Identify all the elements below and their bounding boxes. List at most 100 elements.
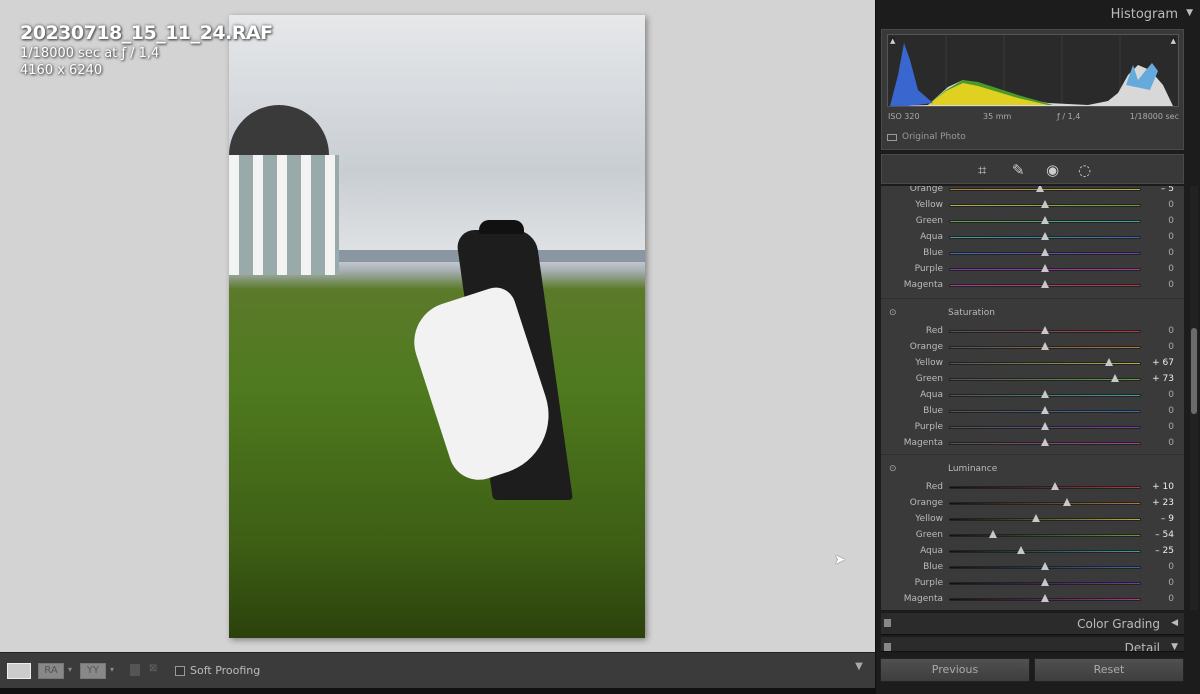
hue-value[interactable]: 0 xyxy=(1168,232,1174,242)
soft-proofing-checkbox[interactable] xyxy=(175,666,185,676)
hue-slider-thumb[interactable] xyxy=(1041,280,1049,288)
compare-view-button[interactable]: RA xyxy=(38,663,64,679)
histogram-graph xyxy=(888,35,1173,106)
focal-length: 35 mm xyxy=(983,112,1012,121)
reset-button[interactable]: Reset xyxy=(1034,658,1184,682)
hue-value[interactable]: 0 xyxy=(1168,280,1174,290)
histogram-title[interactable]: Histogram xyxy=(1111,7,1178,22)
saturation-slider-thumb[interactable] xyxy=(1111,374,1120,382)
luminance-value[interactable]: + 23 xyxy=(1152,498,1174,508)
collapse-triangle-icon[interactable]: ▼ xyxy=(1186,8,1193,18)
hue-value[interactable]: 0 xyxy=(1168,216,1174,226)
detail-header[interactable]: Detail ▼ xyxy=(881,637,1184,652)
hue-slider-track[interactable] xyxy=(949,188,1141,191)
saturation-slider-thumb[interactable] xyxy=(1041,438,1049,446)
saturation-value[interactable]: + 73 xyxy=(1152,374,1174,384)
scrollbar-thumb[interactable] xyxy=(1191,328,1197,414)
luminance-value[interactable]: 0 xyxy=(1168,578,1174,588)
luminance-slider-thumb[interactable] xyxy=(1050,482,1059,490)
shutter-speed: 1/18000 sec xyxy=(1129,112,1179,121)
hue-value[interactable]: 0 xyxy=(1168,248,1174,258)
saturation-value[interactable]: + 67 xyxy=(1152,358,1174,368)
chevron-down-icon[interactable]: ▾ xyxy=(68,665,72,674)
luminance-slider-thumb[interactable] xyxy=(1041,578,1049,586)
expand-triangle-icon: ◀ xyxy=(1171,618,1178,628)
loupe-view-button[interactable] xyxy=(7,663,31,679)
color-grading-header[interactable]: Color Grading ◀ xyxy=(881,613,1184,635)
original-photo-checkbox[interactable] xyxy=(887,134,897,141)
crop-icon[interactable]: ⌗ xyxy=(978,161,986,179)
reject-flag-icon[interactable]: ⊠ xyxy=(149,663,157,674)
saturation-row-orange: Orange 0 xyxy=(881,340,1184,356)
luminance-slider-track[interactable] xyxy=(949,502,1141,505)
dimensions: 4160 x 6240 xyxy=(20,63,103,78)
saturation-value[interactable]: 0 xyxy=(1168,422,1174,432)
luminance-slider-thumb[interactable] xyxy=(1041,594,1049,602)
hue-value[interactable]: – 5 xyxy=(1161,186,1174,194)
hue-slider-thumb[interactable] xyxy=(1041,248,1049,256)
healing-icon[interactable]: ✎ xyxy=(1012,161,1025,179)
saturation-slider-thumb[interactable] xyxy=(1041,342,1049,350)
hue-slider-thumb[interactable] xyxy=(1041,200,1049,208)
saturation-label: Magenta xyxy=(903,438,943,448)
luminance-target-icon[interactable]: ⊙ xyxy=(889,464,897,474)
luminance-slider-track[interactable] xyxy=(949,518,1141,521)
panel-scrollbar[interactable] xyxy=(1190,186,1198,610)
hue-slider-thumb[interactable] xyxy=(1036,186,1045,192)
luminance-slider-thumb[interactable] xyxy=(989,530,998,538)
saturation-value[interactable]: 0 xyxy=(1168,342,1174,352)
panel-toggle-switch[interactable] xyxy=(884,619,891,627)
luminance-value[interactable]: – 25 xyxy=(1155,546,1174,556)
saturation-slider-thumb[interactable] xyxy=(1041,326,1049,334)
luminance-row-magenta: Magenta 0 xyxy=(881,592,1184,608)
hue-slider-thumb[interactable] xyxy=(1041,232,1049,240)
saturation-label: Purple xyxy=(914,422,943,432)
luminance-slider-thumb[interactable] xyxy=(1063,498,1072,506)
masking-icon[interactable]: ◌ xyxy=(1078,161,1091,179)
hue-slider-thumb[interactable] xyxy=(1041,264,1049,272)
saturation-slider-thumb[interactable] xyxy=(1105,358,1114,366)
luminance-slider-thumb[interactable] xyxy=(1032,514,1041,522)
hue-row-magenta: Magenta 0 xyxy=(881,278,1184,294)
saturation-slider-thumb[interactable] xyxy=(1041,390,1049,398)
chevron-down-icon[interactable]: ▾ xyxy=(110,665,114,674)
shadow-clipping-icon[interactable]: ▲ xyxy=(890,37,896,45)
luminance-value[interactable]: 0 xyxy=(1168,562,1174,572)
saturation-value[interactable]: 0 xyxy=(1168,326,1174,336)
luminance-value[interactable]: – 54 xyxy=(1155,530,1174,540)
luminance-label: Magenta xyxy=(903,594,943,604)
luminance-slider-thumb[interactable] xyxy=(1041,562,1049,570)
saturation-value[interactable]: 0 xyxy=(1168,390,1174,400)
luminance-value[interactable]: – 9 xyxy=(1161,514,1174,524)
before-after-button[interactable]: YY xyxy=(80,663,106,679)
panel-toggle-switch[interactable] xyxy=(884,643,891,651)
luminance-slider-track[interactable] xyxy=(949,486,1141,489)
hue-value[interactable]: 0 xyxy=(1168,200,1174,210)
saturation-target-icon[interactable]: ⊙ xyxy=(889,308,897,318)
flag-icon[interactable] xyxy=(130,664,140,676)
red-eye-icon[interactable]: ◉ xyxy=(1046,161,1059,179)
saturation-row-aqua: Aqua 0 xyxy=(881,388,1184,404)
saturation-row-blue: Blue 0 xyxy=(881,404,1184,420)
saturation-row-red: Red 0 xyxy=(881,324,1184,340)
luminance-label: Yellow xyxy=(915,514,943,524)
hue-value[interactable]: 0 xyxy=(1168,264,1174,274)
toolbar-menu-chevron-icon[interactable]: ▼ xyxy=(848,661,870,679)
highlight-clipping-icon[interactable]: ▲ xyxy=(1170,37,1176,45)
hue-row-green: Green 0 xyxy=(881,214,1184,230)
saturation-slider-thumb[interactable] xyxy=(1041,406,1049,414)
saturation-label: Aqua xyxy=(920,390,943,400)
photo-preview[interactable] xyxy=(229,15,645,638)
previous-button[interactable]: Previous xyxy=(880,658,1030,682)
luminance-slider-track[interactable] xyxy=(949,550,1141,553)
saturation-slider-thumb[interactable] xyxy=(1041,422,1049,430)
hat xyxy=(479,220,524,234)
histogram-chart[interactable]: ▲ ▲ xyxy=(887,34,1179,107)
hue-slider-thumb[interactable] xyxy=(1041,216,1049,224)
luminance-value[interactable]: + 10 xyxy=(1152,482,1174,492)
luminance-slider-track[interactable] xyxy=(949,534,1141,537)
luminance-slider-thumb[interactable] xyxy=(1017,546,1025,554)
saturation-value[interactable]: 0 xyxy=(1168,406,1174,416)
saturation-value[interactable]: 0 xyxy=(1168,438,1174,448)
luminance-value[interactable]: 0 xyxy=(1168,594,1174,604)
